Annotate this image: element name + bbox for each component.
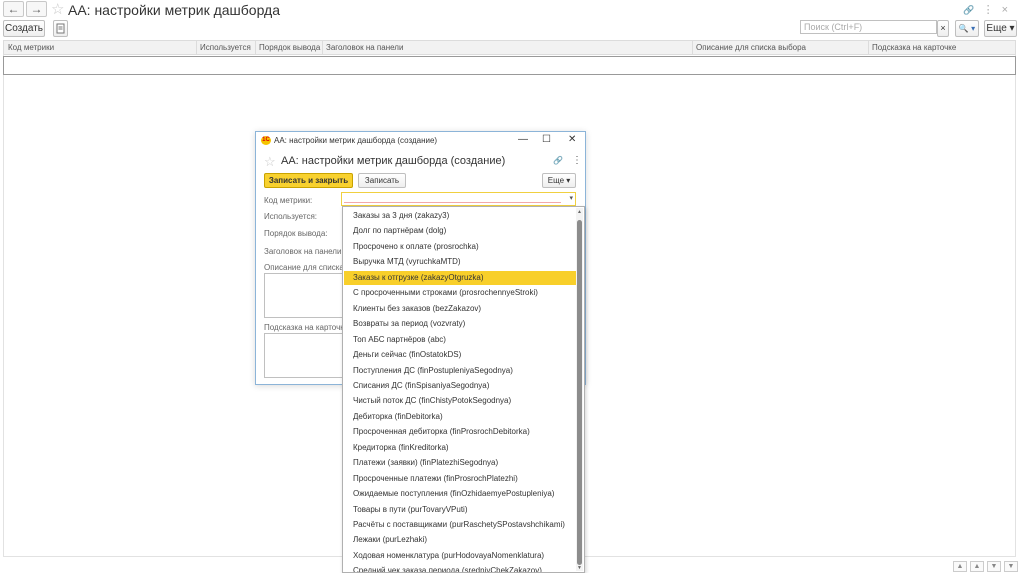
description-label: Описание для списка	[264, 263, 344, 272]
dropdown-item[interactable]: Просрочено к оплате (prosrochka)	[344, 240, 576, 254]
dropdown-item[interactable]: Топ АБС партнёров (abc)	[344, 333, 576, 347]
link-icon[interactable]: 🔗	[553, 156, 563, 165]
metric-code-combobox[interactable]: ▾	[341, 192, 576, 206]
column-header-hint[interactable]: Подсказка на карточке	[872, 43, 956, 52]
scroll-bottom-button[interactable]: ▼	[1004, 561, 1018, 572]
dropdown-item[interactable]: Средний чек заказа периода (sredniyChekZ…	[344, 564, 576, 572]
save-and-close-button[interactable]: Записать и закрыть	[264, 173, 353, 188]
document-icon	[56, 23, 65, 34]
dropdown-item[interactable]: Возвраты за период (vozvraty)	[344, 317, 576, 331]
hint-textarea[interactable]	[264, 333, 346, 378]
minimize-icon[interactable]: —	[518, 135, 528, 145]
favorite-star-icon[interactable]: ☆	[51, 2, 64, 17]
column-header-description[interactable]: Описание для списка выбора	[696, 43, 806, 52]
order-label: Порядок вывода:	[264, 229, 328, 238]
scroll-thumb[interactable]	[577, 220, 582, 565]
dropdown-item[interactable]: Лежаки (purLezhaki)	[344, 533, 576, 547]
column-header-order[interactable]: Порядок вывода	[259, 43, 320, 52]
search-clear-button[interactable]: ×	[937, 20, 949, 37]
column-header-used[interactable]: Используется	[200, 43, 251, 52]
dropdown-item[interactable]: Просроченные платежи (finProsrochPlatezh…	[344, 472, 576, 486]
more-button[interactable]: Еще ▾	[984, 20, 1017, 37]
back-button[interactable]: ←	[3, 1, 24, 17]
app-logo-icon: 1C	[261, 136, 271, 145]
hint-label: Подсказка на карточке	[264, 323, 349, 332]
column-header-code[interactable]: Код метрики	[8, 43, 54, 52]
scroll-up-button[interactable]: ▲	[970, 561, 984, 572]
used-label: Используется:	[264, 212, 317, 221]
column-separator	[868, 41, 869, 54]
dropdown-item[interactable]: Деньги сейчас (finOstatokDS)	[344, 348, 576, 362]
scroll-down-button[interactable]: ▼	[987, 561, 1001, 572]
scroll-down-arrow-icon[interactable]: ▼	[576, 565, 583, 571]
dropdown-item[interactable]: Товары в пути (purTovaryVPuti)	[344, 503, 576, 517]
chevron-down-icon[interactable]: ▾	[569, 194, 573, 202]
column-separator	[322, 41, 323, 54]
column-header-panel-title[interactable]: Заголовок на панели	[326, 43, 403, 52]
page-title: АА: настройки метрик дашборда	[68, 2, 281, 18]
scroll-up-arrow-icon[interactable]: ▲	[576, 209, 583, 215]
table-header: Код метрики Используется Порядок вывода …	[3, 40, 1016, 55]
document-button[interactable]	[53, 20, 68, 37]
dropdown-item[interactable]: С просроченными строками (prosrochennyeS…	[344, 286, 576, 300]
metric-code-label: Код метрики:	[264, 196, 313, 205]
menu-icon[interactable]: ⋮	[572, 155, 582, 166]
dropdown-scrollbar[interactable]: ▲ ▼	[576, 208, 583, 571]
dropdown-item[interactable]: Расчёты с поставщиками (purRaschetySPost…	[344, 518, 576, 532]
column-separator	[255, 41, 256, 54]
scroll-top-button[interactable]: ▲	[953, 561, 967, 572]
menu-icon[interactable]: ⋮	[983, 4, 1002, 16]
dropdown-item[interactable]: Заказы к отгрузке (zakazyOtgruzka)	[344, 270, 576, 285]
column-separator	[196, 41, 197, 54]
dropdown-item[interactable]: Выручка МТД (vyruchkaMTD)	[344, 255, 576, 269]
dropdown-item[interactable]: Клиенты без заказов (bezZakazov)	[344, 302, 576, 316]
table-footer-controls: ▲ ▲ ▼ ▼	[950, 559, 1018, 572]
dialog-window-title: АА: настройки метрик дашборда (создание)	[274, 136, 438, 145]
close-icon[interactable]: ×	[1002, 4, 1016, 16]
favorite-star-icon[interactable]: ☆	[264, 154, 276, 169]
metric-code-input[interactable]	[344, 195, 561, 203]
dialog-title: АА: настройки метрик дашборда (создание)	[281, 155, 506, 167]
panel-title-label: Заголовок на панели:	[264, 247, 344, 256]
dropdown-item[interactable]: Ожидаемые поступления (finOzhidaemyePost…	[344, 487, 576, 501]
dialog-titlebar[interactable]: 1C АА: настройки метрик дашборда (создан…	[256, 132, 585, 149]
save-button[interactable]: Записать	[358, 173, 406, 188]
dropdown-item[interactable]: Долг по партнёрам (dolg)	[344, 224, 576, 238]
dropdown-item[interactable]: Платежи (заявки) (finPlatezhiSegodnya)	[344, 456, 576, 470]
dropdown-item[interactable]: Списания ДС (finSpisaniyaSegodnya)	[344, 379, 576, 393]
dropdown-item[interactable]: Ходовая номенклатура (purHodovayaNomenkl…	[344, 549, 576, 563]
search-button[interactable]: 🔍 ▾	[955, 20, 979, 37]
arrow-left-icon: ←	[7, 2, 20, 16]
dropdown-item[interactable]: Дебиторка (finDebitorka)	[344, 410, 576, 424]
table-row[interactable]	[3, 56, 1016, 75]
dropdown-item[interactable]: Поступления ДС (finPostupleniyaSegodnya)	[344, 364, 576, 378]
description-textarea[interactable]	[264, 273, 346, 318]
dropdown-item[interactable]: Заказы за 3 дня (zakazy3)	[344, 209, 576, 223]
close-icon[interactable]: ✕	[568, 135, 576, 145]
metric-code-dropdown[interactable]: Заказы за 3 дня (zakazy3) Долг по партнёр…	[342, 206, 585, 573]
arrow-right-icon: →	[30, 2, 43, 16]
dropdown-item[interactable]: Кредиторка (finKreditorka)	[344, 441, 576, 455]
maximize-icon[interactable]: ☐	[542, 135, 551, 145]
link-icon[interactable]: 🔗	[963, 5, 982, 15]
search-input[interactable]: Поиск (Ctrl+F)	[800, 20, 937, 34]
dropdown-item[interactable]: Просроченная дебиторка (finProsrochDebit…	[344, 425, 576, 439]
create-button[interactable]: Создать	[3, 20, 45, 37]
more-button[interactable]: Еще ▾	[542, 173, 576, 188]
search-icon: 🔍 ▾	[958, 24, 976, 33]
forward-button[interactable]: →	[26, 1, 47, 17]
clear-icon: ×	[940, 23, 946, 33]
window-controls: 🔗⋮×	[963, 3, 1016, 16]
column-separator	[692, 41, 693, 54]
dropdown-item[interactable]: Чистый поток ДС (finChistyPotokSegodnya)	[344, 394, 576, 408]
